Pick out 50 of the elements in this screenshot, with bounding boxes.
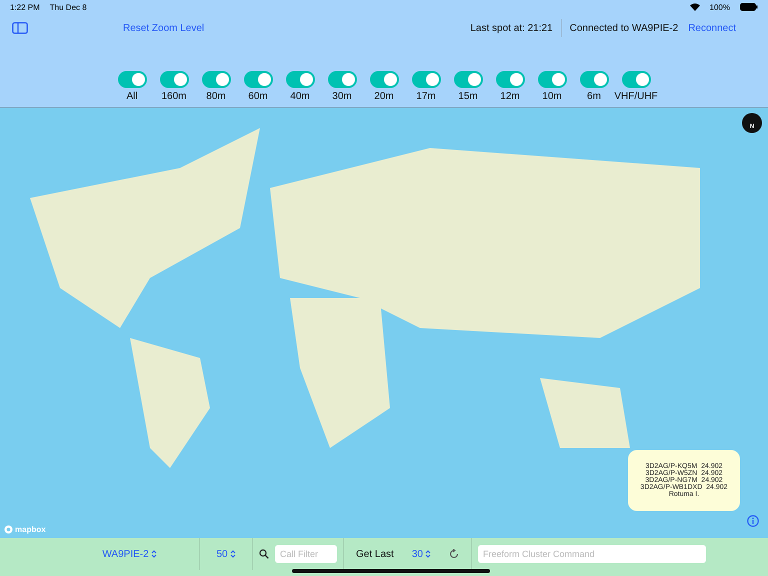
refresh-icon[interactable] <box>448 549 459 559</box>
band-toggle[interactable] <box>622 71 650 88</box>
search-icon <box>259 549 269 559</box>
mapbox-logo-icon <box>4 525 13 534</box>
band-toggle[interactable] <box>496 71 524 88</box>
band-label: 30m <box>332 91 352 102</box>
band-toggle[interactable] <box>286 71 314 88</box>
band-toggle[interactable] <box>244 71 272 88</box>
band-label: 20m <box>374 91 394 102</box>
reconnect-link[interactable]: Reconnect <box>688 22 736 34</box>
band-label: 15m <box>458 91 478 102</box>
call-filter-field[interactable]: Call Filter <box>275 545 337 563</box>
band-label: 6m <box>587 91 601 102</box>
band-label: VHF/UHF <box>614 91 658 102</box>
band-label: 40m <box>290 91 310 102</box>
band-label: 80m <box>206 91 226 102</box>
cluster-command-field[interactable]: Freeform Cluster Command <box>478 545 706 563</box>
reset-zoom-link[interactable]: Reset Zoom Level <box>123 22 204 34</box>
band-label: All <box>126 91 138 102</box>
band-toggle[interactable] <box>454 71 482 88</box>
mapbox-logo-text: mapbox <box>15 525 46 534</box>
status-time: 1:22 PM <box>10 2 40 12</box>
band-label: 10m <box>542 91 562 102</box>
band-toggle[interactable] <box>580 71 608 88</box>
band-toggle[interactable] <box>412 71 440 88</box>
chevron-icon <box>150 550 157 558</box>
get-last-label: Get Last <box>356 548 394 560</box>
connection-status: Connected to WA9PIE-2 <box>570 22 678 34</box>
band-toggle[interactable] <box>118 71 146 88</box>
last-spot-text: Last spot at: 21:21 <box>470 22 553 34</box>
battery-percent: 100% <box>710 2 730 12</box>
cluster-picker[interactable]: WA9PIE-2 <box>102 548 157 560</box>
band-label: 160m <box>161 91 186 102</box>
status-date: Thu Dec 8 <box>50 2 87 12</box>
band-label: 17m <box>416 91 436 102</box>
info-icon[interactable] <box>747 515 759 527</box>
chevron-icon <box>424 550 431 558</box>
band-toggle[interactable] <box>160 71 188 88</box>
sidebar-icon[interactable] <box>12 22 28 34</box>
chevron-icon <box>230 550 236 558</box>
battery-icon <box>740 3 758 11</box>
band-label: 12m <box>500 91 520 102</box>
wifi-icon <box>690 3 700 11</box>
band-toggle[interactable] <box>370 71 398 88</box>
band-label: 60m <box>248 91 268 102</box>
band-toggle[interactable] <box>328 71 356 88</box>
band-toggle[interactable] <box>538 71 566 88</box>
last-count-picker[interactable]: 30 <box>412 548 431 560</box>
band-toggle[interactable] <box>202 71 230 88</box>
count-picker[interactable]: 50 <box>216 548 236 560</box>
